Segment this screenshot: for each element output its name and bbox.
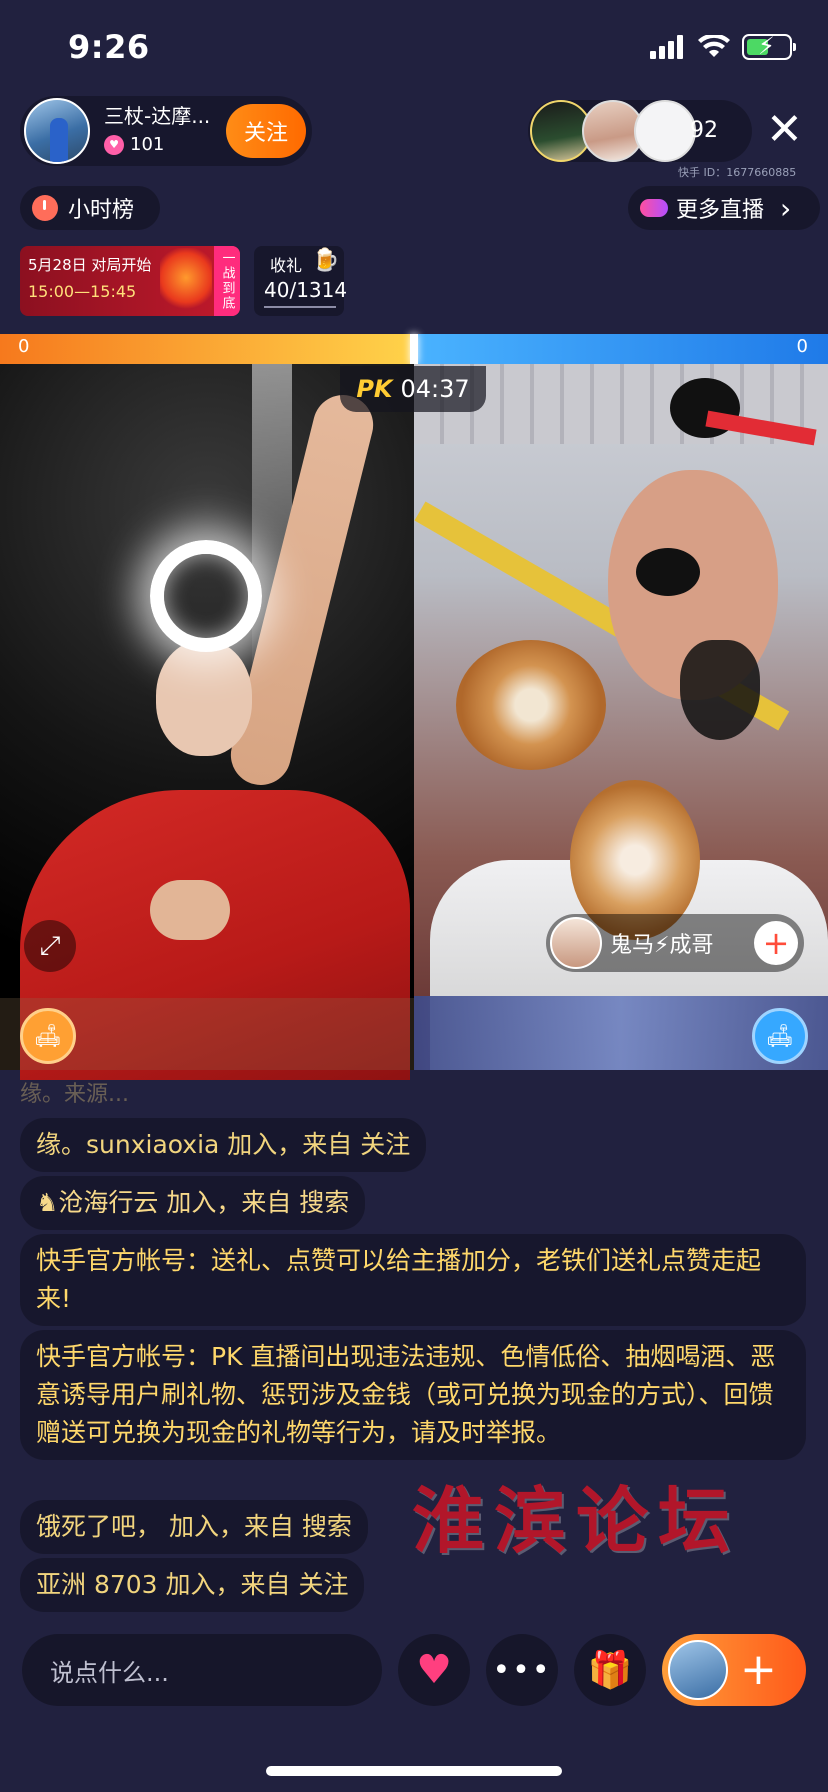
opponent-chip[interactable]: 鬼马⚡成哥 +	[546, 914, 804, 972]
chat-message: 亚洲 8703 加入，来自 关注	[20, 1558, 365, 1612]
pk-bar-divider	[410, 334, 418, 364]
status-time: 9:26	[68, 28, 150, 66]
pk-score-left: 0	[18, 336, 30, 357]
more-button[interactable]: •••	[486, 1634, 558, 1706]
gift-goal-progress	[264, 306, 336, 308]
wifi-icon	[698, 35, 730, 57]
expand-icon[interactable]: ⤢	[24, 920, 76, 972]
kuaishou-id: 快手 ID：1677660885	[678, 166, 797, 179]
close-icon[interactable]: ✕	[766, 106, 803, 154]
pk-bar-left	[0, 334, 414, 364]
chat-message: 饿死了吧， 加入，来自 搜索	[20, 1500, 368, 1554]
host-likes-count: 101	[130, 134, 165, 155]
pk-timer-value: 04:37	[400, 375, 470, 403]
status-icons: ⚡	[650, 32, 796, 60]
viewer-count[interactable]: 92	[690, 118, 718, 143]
bagel	[456, 640, 606, 770]
battery-icon: ⚡	[742, 32, 796, 60]
opponent-name: 鬼马⚡成哥	[610, 933, 714, 958]
share-avatar	[668, 1640, 728, 1700]
beer-icon: 🍺	[312, 248, 340, 273]
opponent-beard	[680, 640, 760, 740]
plus-icon[interactable]: +	[740, 1642, 777, 1698]
halo-ring	[150, 540, 262, 652]
event-time: 15:00—15:45	[28, 282, 137, 301]
lion-icon	[160, 248, 212, 314]
seat-icon[interactable]: 🛋	[752, 1008, 808, 1064]
comment-input[interactable]: 说点什么...	[22, 1634, 382, 1706]
event-date: 5月28日 对局开始	[28, 256, 152, 274]
more-live-pill[interactable]: 更多直播 ›	[628, 186, 820, 230]
clock-icon	[32, 195, 58, 221]
viewer-avatar[interactable]	[634, 100, 696, 162]
plus-icon[interactable]: +	[754, 921, 798, 965]
watermark: 淮滨论坛	[412, 1478, 741, 1563]
pk-bar-right	[414, 334, 828, 364]
live-icon	[640, 199, 668, 217]
chat-faded: 缘。来源...	[20, 1082, 129, 1107]
like-heart-icon[interactable]: ♥	[398, 1634, 470, 1706]
event-side-label: 一战到底	[214, 246, 240, 316]
follow-button[interactable]: 关注	[226, 104, 306, 158]
seat-icon[interactable]: 🛋	[20, 1008, 76, 1064]
host-avatar[interactable]	[24, 98, 90, 164]
hourly-rank-pill[interactable]: 小时榜	[20, 186, 160, 230]
opponent-avatar[interactable]	[550, 917, 602, 969]
host-head	[156, 640, 252, 756]
host-hand	[150, 880, 230, 940]
home-indicator[interactable]	[266, 1766, 562, 1776]
host-likes: ♥ 101	[104, 134, 164, 155]
chat-message: 快手官方帐号：PK 直播间出现违法违规、色情低俗、抽烟喝酒、恶意诱导用户刷礼物、…	[20, 1330, 806, 1460]
signal-icon	[650, 35, 683, 59]
pk-score-right: 0	[796, 336, 808, 357]
chevron-right-icon: ›	[780, 191, 792, 225]
more-live-label: 更多直播	[676, 198, 765, 223]
chat-message: ♞沧海行云 加入，来自 搜索	[20, 1176, 366, 1230]
chat-message: 缘。sunxiaoxia 加入，来自 关注	[20, 1118, 427, 1172]
host-name: 三杖-达摩...	[104, 104, 211, 128]
gift-icon[interactable]: 🎁	[574, 1634, 646, 1706]
opponent-eye	[636, 548, 700, 596]
chat-message: 快手官方帐号：送礼、点赞可以给主播加分，老铁们送礼点赞走起来!	[20, 1234, 806, 1326]
gift-goal-value: 40/1314	[264, 278, 348, 302]
hourly-rank-label: 小时榜	[68, 198, 135, 223]
pk-timer: PK 04:37	[340, 366, 486, 412]
gift-goal-label: 收礼	[270, 256, 303, 275]
heart-icon: ♥	[104, 134, 124, 155]
pk-logo: PK	[356, 375, 393, 403]
